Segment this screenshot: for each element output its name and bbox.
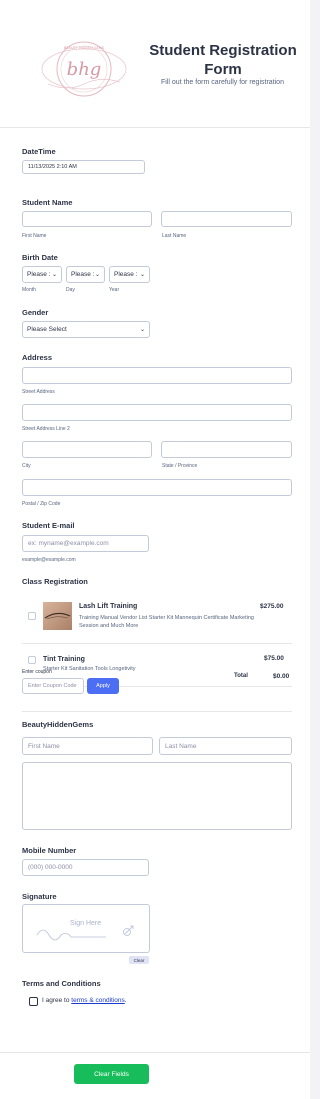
street-address2-sublabel: Street Address Line 2	[22, 426, 70, 432]
terms-link[interactable]: terms & conditions	[71, 997, 124, 1004]
day-sublabel: Day	[66, 287, 75, 293]
birth-month-value: Please :	[27, 271, 51, 278]
class-registration-label: Class Registration	[22, 577, 88, 586]
svg-text:BEAUTY HIDDEN GEMS: BEAUTY HIDDEN GEMS	[64, 46, 105, 50]
birth-month-select[interactable]: Please : ⌄	[22, 266, 62, 283]
brand-logo: bhg BEAUTY HIDDEN GEMS	[41, 41, 127, 97]
form-title: Student Registration Form	[149, 42, 297, 78]
datetime-value: 11/13/2025 2:10 AM	[28, 164, 77, 170]
signature-hint-text: Sign Here	[70, 920, 102, 927]
month-sublabel: Month	[22, 287, 36, 293]
chevron-down-icon: ⌄	[94, 272, 100, 278]
street-address-sublabel: Street Address	[22, 389, 55, 395]
product-description: Training Manual Vendor List Starter Kit …	[79, 615, 254, 629]
product-divider	[22, 643, 292, 644]
city-sublabel: City	[22, 463, 31, 469]
bhg-first-name-placeholder: First Name	[28, 742, 60, 750]
signature-label: Signature	[22, 892, 57, 901]
state-sublabel: State / Province	[162, 463, 198, 469]
first-name-input[interactable]	[22, 211, 152, 227]
birth-year-select[interactable]: Please : ⌄	[109, 266, 150, 283]
terms-checkbox[interactable]	[29, 997, 38, 1006]
coupon-placeholder: Enter Coupon Code	[28, 683, 77, 689]
postal-code-input[interactable]	[22, 479, 292, 496]
year-sublabel: Year	[109, 287, 120, 293]
signature-pad[interactable]: Sign Here	[22, 904, 150, 953]
total-label: Total	[234, 673, 248, 679]
product-title: Lash Lift Training	[79, 603, 138, 610]
terms-text: I agree to terms & conditions.	[42, 997, 127, 1004]
birth-day-value: Please :	[71, 271, 95, 278]
terms-text-prefix: I agree to	[42, 997, 72, 1004]
section-divider	[22, 711, 292, 712]
signature-hint-graphic	[36, 925, 134, 941]
chevron-down-icon: ⌄	[51, 272, 57, 278]
last-name-input[interactable]	[161, 211, 292, 227]
email-sublabel: example@example.com	[22, 557, 76, 563]
mobile-input[interactable]: (000) 000-0000	[22, 859, 149, 876]
email-placeholder: ex: myname@example.com	[28, 540, 109, 547]
email-label: Student E-mail	[22, 521, 75, 530]
first-name-sublabel: First Name	[22, 233, 47, 239]
birth-day-select[interactable]: Please : ⌄	[66, 266, 105, 283]
datetime-label: DateTime	[22, 147, 56, 156]
footer-divider	[0, 1052, 310, 1053]
bhg-last-name-input[interactable]: Last Name	[159, 737, 292, 755]
chevron-down-icon: ⌄	[139, 272, 145, 278]
bhg-last-name-placeholder: Last Name	[165, 742, 197, 750]
bhg-section-label: BeautyHiddenGems	[22, 720, 94, 729]
bhg-first-name-input[interactable]: First Name	[22, 737, 153, 755]
birth-year-value: Please :	[114, 271, 138, 278]
datetime-input[interactable]: 11/13/2025 2:10 AM	[22, 160, 145, 174]
birth-date-label: Birth Date	[22, 253, 58, 262]
product-checkbox[interactable]	[28, 612, 36, 620]
svg-text:bhg: bhg	[67, 59, 102, 80]
street-address2-input[interactable]	[22, 404, 292, 421]
gender-value: Please Select	[27, 326, 67, 333]
product-description: Starter Kit Sanitation Tools Longetivity	[43, 666, 136, 672]
gender-select[interactable]: Please Select ⌄	[22, 321, 150, 338]
gender-label: Gender	[22, 308, 49, 317]
product-price: $75.00	[264, 655, 284, 662]
form-header: bhg BEAUTY HIDDEN GEMS Student Registrat…	[0, 0, 310, 128]
form-subtitle: Fill out the form carefully for registra…	[161, 79, 284, 86]
state-input[interactable]	[161, 441, 292, 458]
coupon-label: Enter coupon	[22, 669, 52, 675]
product-checkbox[interactable]	[28, 656, 36, 664]
apply-coupon-button[interactable]: Apply	[87, 678, 119, 694]
chevron-down-icon: ⌄	[139, 327, 145, 333]
street-address-input[interactable]	[22, 367, 292, 384]
form-card: bhg BEAUTY HIDDEN GEMS Student Registrat…	[0, 0, 310, 1099]
total-value: $0.00	[273, 673, 290, 680]
coupon-input[interactable]: Enter Coupon Code	[22, 678, 84, 694]
lash-lift-image	[43, 602, 72, 630]
terms-text-end: .	[124, 997, 127, 1004]
bhg-textarea[interactable]	[22, 762, 292, 830]
mobile-label: Mobile Number	[22, 846, 77, 855]
mobile-placeholder: (000) 000-0000	[28, 864, 73, 871]
product-title: Tint Training	[43, 656, 85, 663]
clear-fields-button[interactable]: Clear Fields	[74, 1064, 149, 1084]
address-label: Address	[22, 353, 53, 362]
postal-code-sublabel: Postal / Zip Code	[22, 501, 61, 507]
city-input[interactable]	[22, 441, 152, 458]
signature-clear-button[interactable]: Clear	[129, 956, 149, 964]
terms-label: Terms and Conditions	[22, 979, 101, 988]
last-name-sublabel: Last Name	[162, 233, 187, 239]
email-input[interactable]: ex: myname@example.com	[22, 535, 149, 552]
product-price: $275.00	[260, 603, 284, 610]
student-name-label: Student Name	[22, 198, 73, 207]
